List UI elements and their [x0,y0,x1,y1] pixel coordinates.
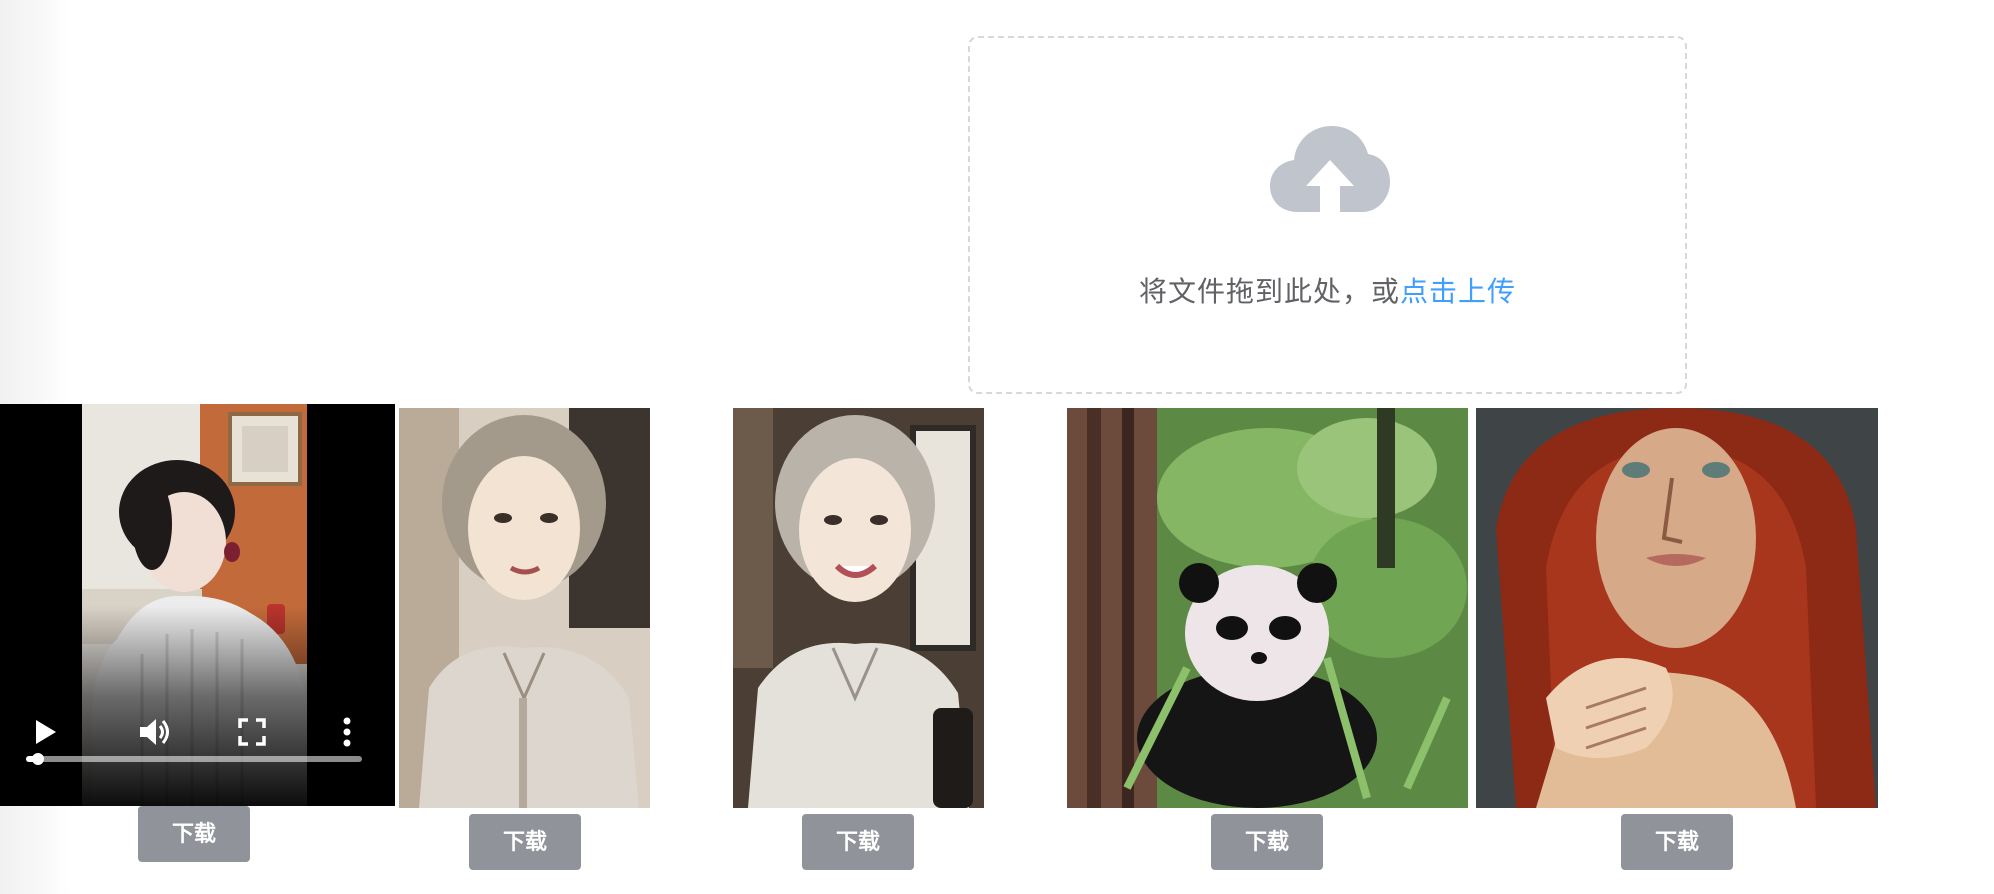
cartoon-woman-smiling-image [733,408,984,808]
video-progress-bar[interactable] [26,753,362,765]
volume-icon[interactable] [132,710,176,754]
panda-image [1067,408,1468,808]
play-icon[interactable] [22,710,66,754]
result-image-4 [1476,408,1878,808]
result-image-3 [1067,408,1468,808]
cartoon-woman-image [399,408,650,808]
result-image-2 [733,408,984,808]
video-controls-shade [0,606,395,806]
page: 将文件拖到此处，或点击上传 下载 下载 下载 下载 下载 [0,0,1994,894]
download-button-3[interactable]: 下载 [1211,814,1323,870]
upload-hint-text: 将文件拖到此处，或 [1138,275,1400,308]
result-image-1 [399,408,650,808]
download-button-2[interactable]: 下载 [802,814,914,870]
result-video[interactable] [0,404,395,806]
click-upload-link[interactable]: 点击上传 [1400,275,1516,308]
download-button-1[interactable]: 下载 [469,814,581,870]
upload-cloud-icon [1270,126,1390,216]
painted-woman-red-hair-image [1476,408,1878,808]
video-progress-handle[interactable] [32,753,45,765]
upload-dropzone[interactable]: 将文件拖到此处，或点击上传 [968,36,1687,394]
fullscreen-icon[interactable] [230,710,274,754]
more-vertical-icon[interactable] [325,710,369,754]
download-button-video[interactable]: 下载 [138,806,250,862]
download-button-4[interactable]: 下载 [1621,814,1733,870]
upload-hint: 将文件拖到此处，或点击上传 [970,270,1685,310]
